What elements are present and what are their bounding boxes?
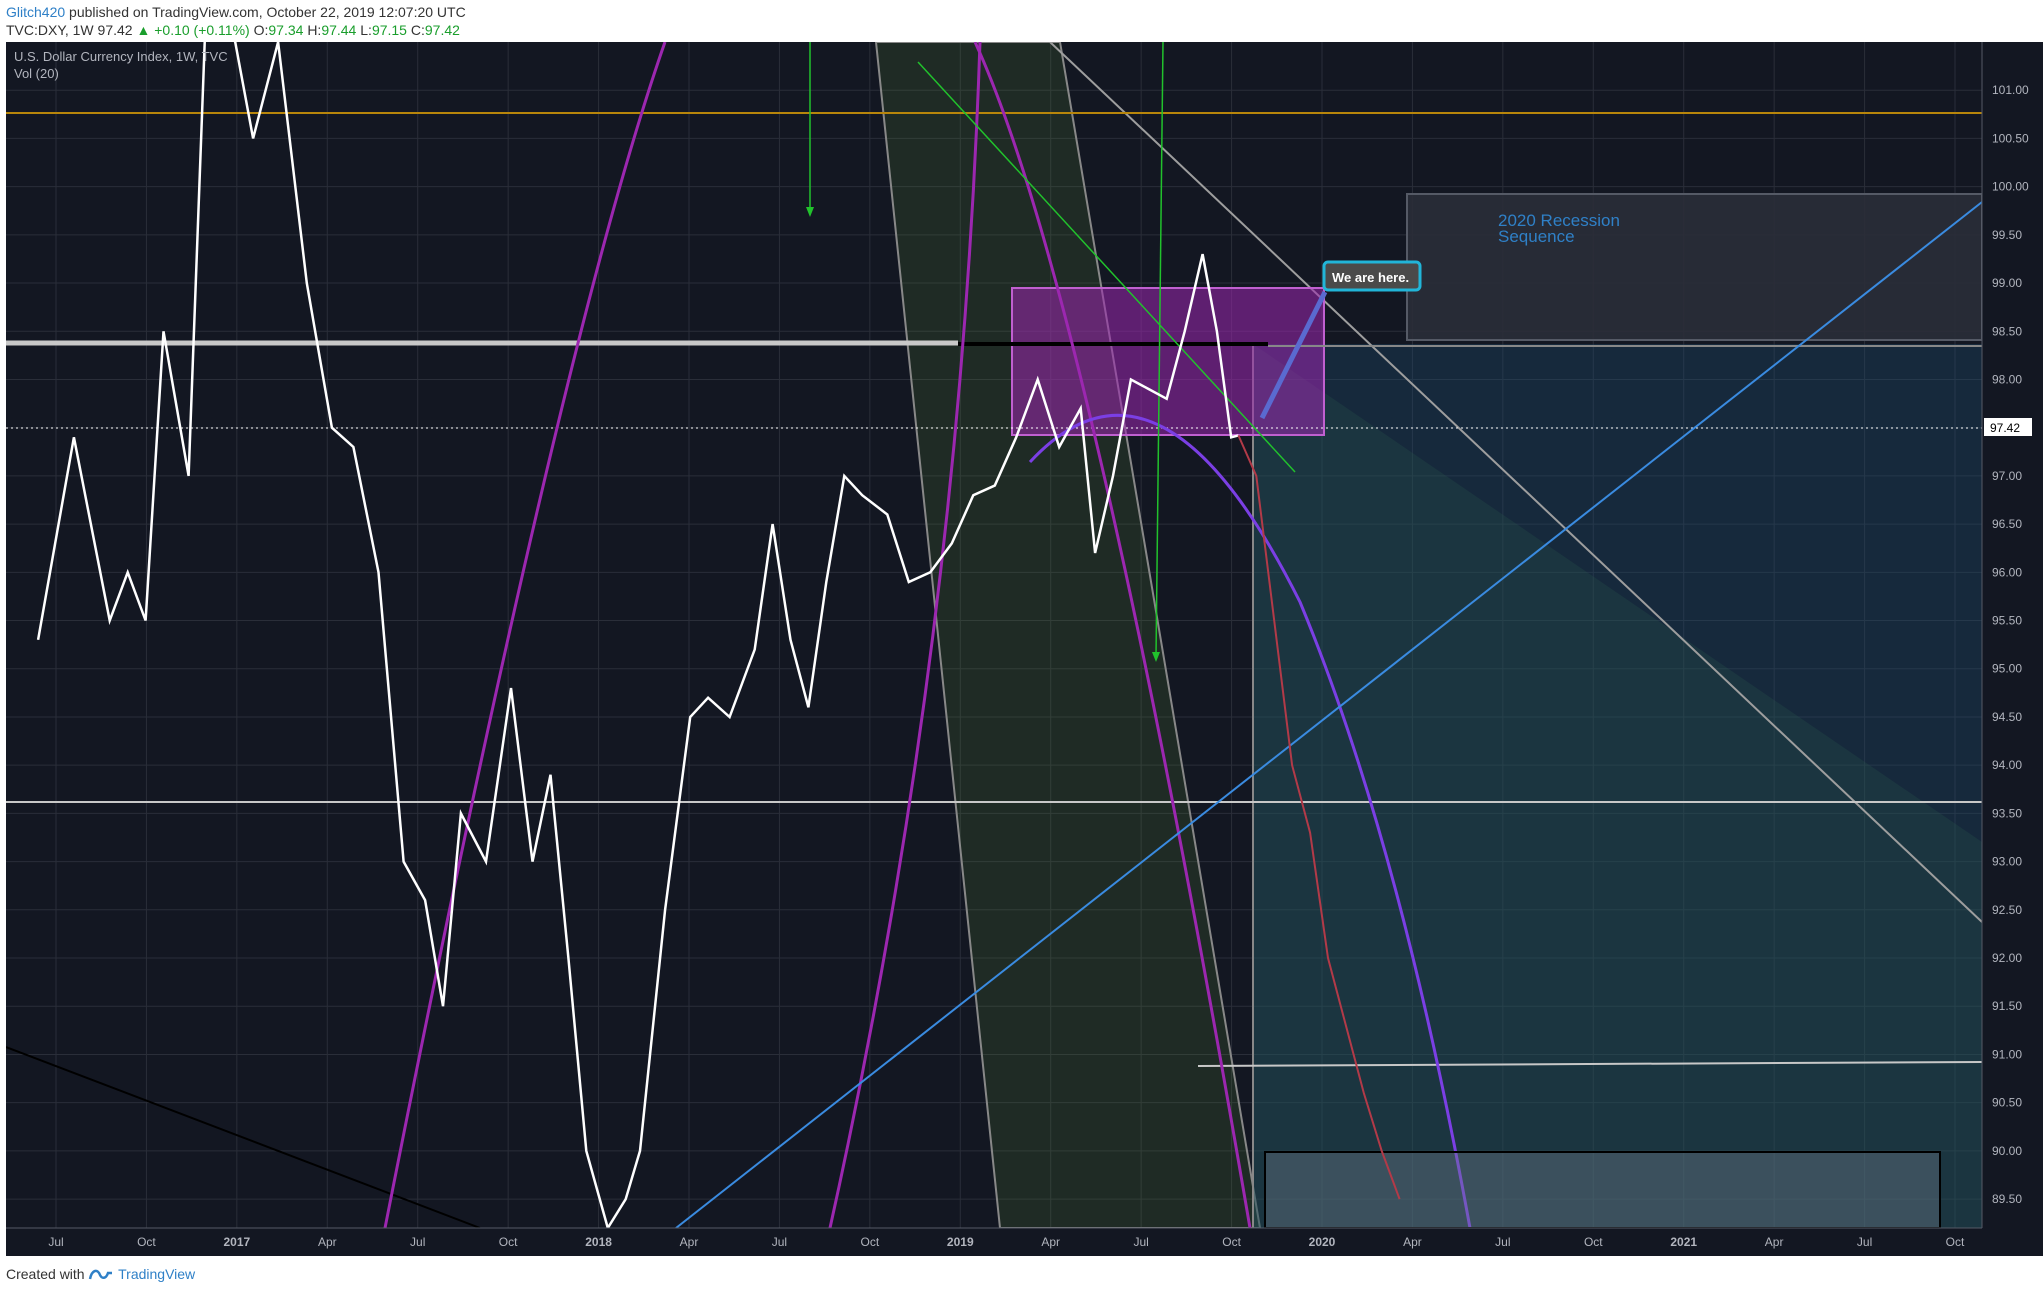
x-tick-label: 2021 <box>1670 1235 1697 1249</box>
y-tick-label: 95.00 <box>1992 662 2022 676</box>
y-tick-label: 91.50 <box>1992 999 2022 1013</box>
x-tick-label: Oct <box>861 1235 880 1249</box>
close-label: C: <box>410 22 425 38</box>
x-tick-label: Oct <box>1222 1235 1241 1249</box>
y-tick-label: 89.50 <box>1992 1192 2022 1206</box>
x-tick-label: 2019 <box>947 1235 974 1249</box>
x-tick-label: Jul <box>1133 1235 1148 1249</box>
tradingview-brand-link[interactable]: TradingView <box>118 1266 195 1282</box>
high-label: H: <box>307 22 322 38</box>
y-tick-label: 92.00 <box>1992 951 2022 965</box>
low-value: 97.15 <box>371 22 407 38</box>
x-tick-label: Apr <box>318 1235 337 1249</box>
y-tick-label: 96.50 <box>1992 517 2022 531</box>
x-tick-label: Oct <box>499 1235 518 1249</box>
x-tick-label: Jul <box>1495 1235 1510 1249</box>
y-tick-label: 95.50 <box>1992 614 2022 628</box>
recession-label-line2: Sequence <box>1498 227 1575 246</box>
y-tick-label: 96.00 <box>1992 565 2022 579</box>
symbol-label: TVC:DXY, 1W <box>6 22 94 38</box>
purple-range-box <box>1011 287 1325 436</box>
x-tick-label: 2020 <box>1309 1235 1336 1249</box>
y-tick-label: 98.50 <box>1992 324 2022 338</box>
x-tick-label: Apr <box>680 1235 699 1249</box>
created-with-text: Created with <box>6 1266 85 1282</box>
y-tick-label: 100.00 <box>1992 180 2029 194</box>
author-link[interactable]: Glitch420 <box>6 4 65 20</box>
x-tick-label: Jul <box>48 1235 63 1249</box>
bottom-box-2021 <box>1264 1151 1941 1228</box>
x-tick-label: 2018 <box>585 1235 612 1249</box>
chart-header: Glitch420 published on TradingView.com, … <box>0 0 2043 42</box>
x-tick-label: Jul <box>410 1235 425 1249</box>
x-tick-label: Oct <box>1946 1235 1965 1249</box>
y-tick-label: 101.00 <box>1992 83 2029 97</box>
x-tick-label: Jul <box>1857 1235 1872 1249</box>
y-tick-label: 91.00 <box>1992 1047 2022 1061</box>
symbol-info: TVC:DXY, 1W 97.42 ▲ +0.10 (+0.11%) O:97.… <box>6 22 460 38</box>
last-price: 97.42 <box>97 22 133 38</box>
y-tick-label: 99.50 <box>1992 228 2022 242</box>
open-value: 97.34 <box>268 22 304 38</box>
x-tick-label: Apr <box>1041 1235 1060 1249</box>
price-change: ▲ +0.10 (+0.11%) <box>136 22 250 38</box>
y-tick-label: 93.50 <box>1992 806 2022 820</box>
y-axis-panel[interactable] <box>1982 42 2043 1256</box>
callout: We are here. <box>1322 260 1422 292</box>
published-text: published on TradingView.com, October 22… <box>69 4 466 20</box>
y-tick-label: 98.00 <box>1992 372 2022 386</box>
x-tick-label: Oct <box>137 1235 156 1249</box>
close-value: 97.42 <box>424 22 460 38</box>
y-tick-label: 94.50 <box>1992 710 2022 724</box>
last-price-tag-text: 97.42 <box>1990 421 2020 435</box>
x-tick-label: Apr <box>1765 1235 1784 1249</box>
low-label: L: <box>360 22 372 38</box>
y-tick-label: 97.00 <box>1992 469 2022 483</box>
high-value: 97.44 <box>321 22 357 38</box>
legend-volume: Vol (20) <box>14 66 59 81</box>
last-price-tag: 97.42 <box>1984 418 2032 436</box>
y-tick-label: 100.50 <box>1992 131 2029 145</box>
y-tick-label: 94.00 <box>1992 758 2022 772</box>
tradingview-logo-icon <box>88 1267 114 1284</box>
y-tick-label: 90.00 <box>1992 1144 2022 1158</box>
legend-title: U.S. Dollar Currency Index, 1W, TVC <box>14 49 228 64</box>
x-tick-label: 2017 <box>224 1235 251 1249</box>
recession-box <box>1406 193 1982 341</box>
x-axis-panel[interactable] <box>6 1228 2043 1256</box>
x-tick-label: Oct <box>1584 1235 1603 1249</box>
footer: Created with TradingView <box>6 1266 195 1284</box>
y-tick-label: 99.00 <box>1992 276 2022 290</box>
open-label: O: <box>253 22 269 38</box>
y-tick-label: 93.00 <box>1992 855 2022 869</box>
x-tick-label: Jul <box>772 1235 787 1249</box>
price-chart[interactable]: 2020 Recession Sequence We are here. U.S… <box>0 42 2043 1256</box>
callout-text: We are here. <box>1332 270 1409 285</box>
y-tick-label: 90.50 <box>1992 1096 2022 1110</box>
x-tick-label: Apr <box>1403 1235 1422 1249</box>
publish-info: Glitch420 published on TradingView.com, … <box>6 4 466 20</box>
y-tick-label: 92.50 <box>1992 903 2022 917</box>
